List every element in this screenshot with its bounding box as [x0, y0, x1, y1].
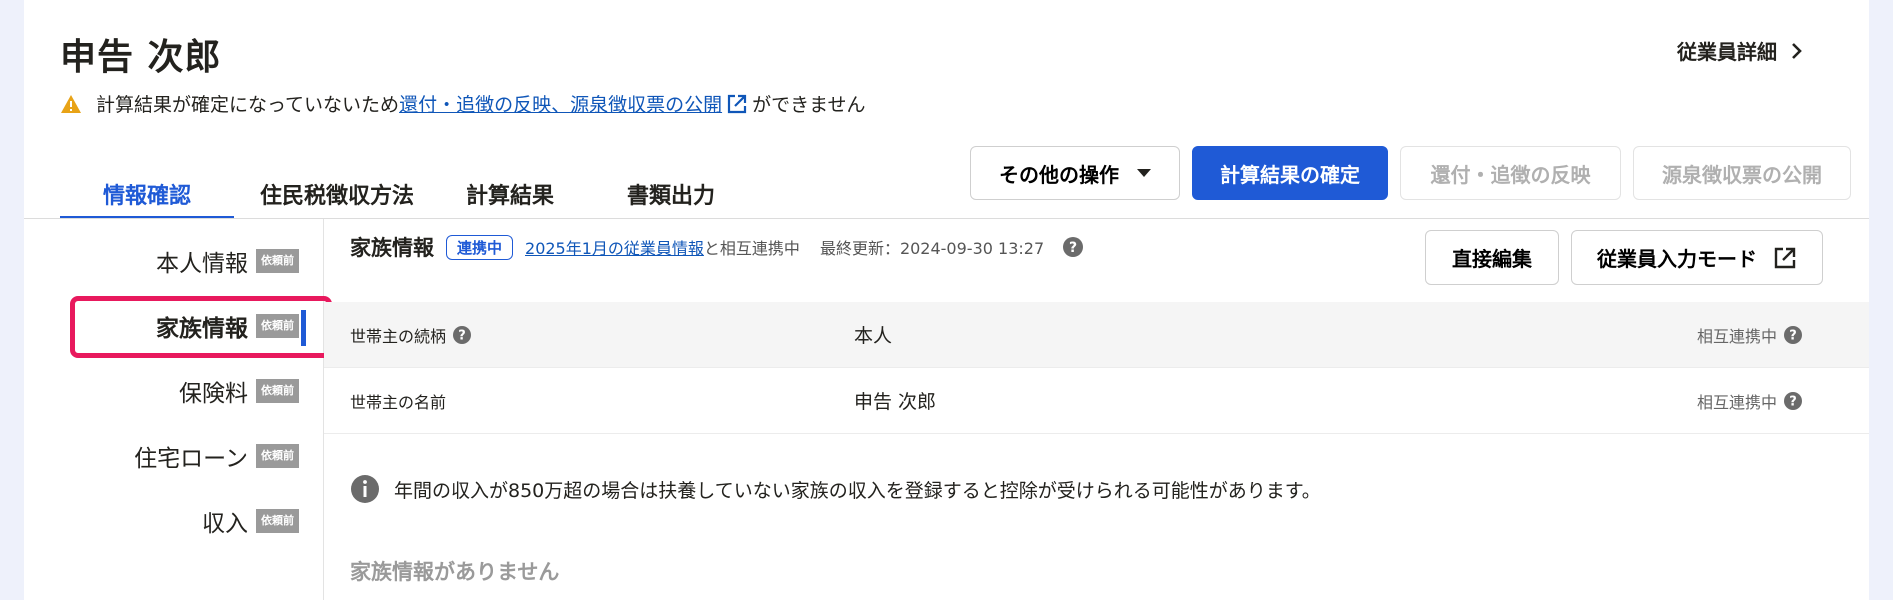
row-status: 相互連携中 ?	[1697, 323, 1803, 347]
publish-withholding-slip-button[interactable]: 源泉徴収票の公開	[1633, 146, 1851, 200]
section-buttons: 直接編集 従業員入力モード	[1425, 230, 1823, 285]
sidebar-item-label: 保険料	[179, 381, 248, 407]
help-icon[interactable]: ?	[1783, 391, 1803, 411]
external-link-icon	[1774, 247, 1796, 268]
sidebar-item-insurance[interactable]: 保険料 依頼前	[179, 371, 299, 411]
tab-resident-tax-method[interactable]: 住民税徴収方法	[234, 168, 440, 219]
status-badge: 依頼前	[256, 509, 299, 533]
row-label-text: 世帯主の続柄	[350, 326, 447, 346]
employee-name: 申告 次郎	[60, 37, 222, 78]
notice-text: 年間の収入が850万超の場合は扶養していない家族の収入を登録すると控除が受けられ…	[394, 479, 1321, 502]
status-badge: 依頼前	[256, 379, 299, 403]
action-buttons: その他の操作 計算結果の確定 還付・追徴の反映 源泉徴収票の公開	[970, 146, 1851, 200]
active-indicator	[301, 310, 306, 346]
help-icon[interactable]: ?	[1062, 236, 1084, 258]
warning-suffix: ができません	[752, 94, 866, 116]
sidebar-item-label: 住宅ローン	[134, 446, 248, 472]
tab-calculation-result[interactable]: 計算結果	[440, 168, 580, 219]
status-badge: 依頼前	[256, 444, 299, 468]
empty-family-message: 家族情報がありません	[350, 560, 560, 584]
table-row: 世帯主の続柄 ? 本人 相互連携中 ?	[324, 302, 1869, 368]
sidebar-item-label: 本人情報	[156, 251, 248, 277]
last-updated: 最終更新：2024-09-30 13:27	[819, 239, 1045, 258]
sidebar-item-family-info[interactable]: 家族情報 依頼前	[156, 306, 306, 346]
row-status-text: 相互連携中	[1696, 392, 1777, 412]
other-actions-label: その他の操作	[999, 164, 1119, 187]
main-tabs: 情報確認 住民税徴収方法 計算結果 書類出力	[60, 168, 762, 219]
section-header: 家族情報 連携中 2025年1月の従業員情報 と相互連携中 最終更新：2024-…	[350, 232, 1084, 262]
employee-input-mode-label: 従業員入力モード	[1597, 249, 1757, 271]
chevron-right-icon	[1792, 42, 1802, 59]
sync-status-chip: 連携中	[446, 234, 514, 260]
confirm-calculation-button[interactable]: 計算結果の確定	[1192, 146, 1388, 200]
help-icon[interactable]: ?	[452, 325, 472, 345]
employee-input-mode-button[interactable]: 従業員入力モード	[1571, 230, 1823, 285]
row-value: 本人	[854, 325, 893, 347]
warning-message: 計算結果が確定になっていないため 還付・追徴の反映、源泉徴収票の公開 ができませ…	[60, 90, 866, 117]
sidebar-item-personal-info[interactable]: 本人情報 依頼前	[156, 241, 299, 281]
employee-detail-link[interactable]: 従業員詳細	[1677, 36, 1803, 65]
table-row: 世帯主の名前 申告 次郎 相互連携中 ?	[324, 368, 1869, 434]
employee-detail-label: 従業員詳細	[1677, 40, 1777, 64]
page: 申告 次郎 従業員詳細 計算結果が確定になっていないため 還付・追徴の反映、源泉…	[24, 0, 1869, 600]
row-label: 世帯主の続柄 ?	[350, 323, 472, 347]
info-icon	[351, 475, 379, 503]
sidebar-item-label: 収入	[202, 511, 248, 537]
status-badge: 依頼前	[256, 314, 299, 338]
row-label-text: 世帯主の名前	[350, 392, 447, 412]
row-label: 世帯主の名前	[350, 389, 446, 413]
direct-edit-button[interactable]: 直接編集	[1425, 230, 1559, 285]
other-actions-button[interactable]: その他の操作	[970, 146, 1180, 200]
tab-info-check[interactable]: 情報確認	[60, 168, 234, 219]
section-title: 家族情報	[350, 236, 434, 260]
warning-icon	[61, 94, 81, 113]
external-link-icon[interactable]	[726, 93, 748, 115]
employee-info-link[interactable]: 2025年1月の従業員情報	[525, 235, 704, 259]
income-notice: 年間の収入が850万超の場合は扶養していない家族の収入を登録すると控除が受けられ…	[350, 474, 1321, 504]
svg-text:?: ?	[1789, 328, 1797, 343]
sidebar-item-income[interactable]: 収入 依頼前	[202, 501, 299, 541]
row-status-text: 相互連携中	[1696, 326, 1777, 346]
row-value: 申告 次郎	[854, 391, 937, 413]
svg-text:?: ?	[458, 328, 466, 343]
sidebar-item-label: 家族情報	[156, 316, 248, 342]
row-status: 相互連携中 ?	[1697, 389, 1803, 413]
warning-link[interactable]: 還付・追徴の反映、源泉徴収票の公開	[399, 90, 722, 117]
warning-prefix: 計算結果が確定になっていないため	[96, 94, 400, 116]
apply-refund-button[interactable]: 還付・追徴の反映	[1400, 146, 1621, 200]
status-badge: 依頼前	[256, 249, 299, 273]
svg-text:?: ?	[1069, 240, 1077, 256]
caret-down-icon	[1137, 169, 1151, 177]
help-icon[interactable]: ?	[1783, 325, 1803, 345]
tab-document-output[interactable]: 書類出力	[580, 168, 762, 219]
link-suffix: と相互連携中	[703, 239, 800, 258]
svg-text:?: ?	[1789, 394, 1797, 409]
sidebar-item-housing-loan[interactable]: 住宅ローン 依頼前	[134, 436, 299, 476]
side-nav: 本人情報 依頼前 家族情報 依頼前 保険料 依頼前 住宅ローン 依頼前 収入 依…	[24, 219, 332, 600]
